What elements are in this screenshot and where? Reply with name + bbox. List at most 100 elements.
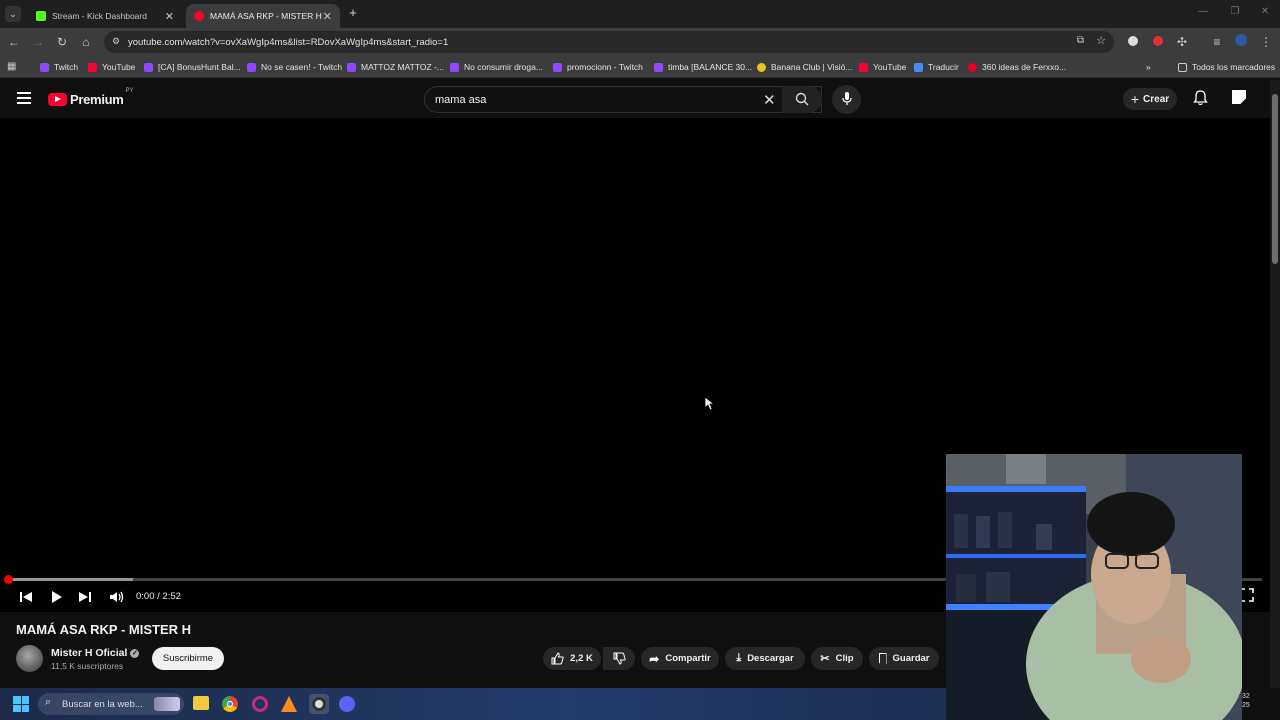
pinterest-favicon-icon [968,62,977,72]
play-icon[interactable] [47,588,65,606]
channel-name[interactable]: Mister H Oficial ✓ [51,647,140,659]
bookmark-item[interactable]: Banana Club | Visió... [757,60,852,74]
search-highlight-icon [154,697,180,711]
tab-kick-dashboard[interactable]: Stream - Kick Dashboard ✕ [28,4,182,28]
youtube-favicon-icon [859,62,868,72]
share-arrow-icon: ➦ [649,651,660,666]
fullscreen-icon[interactable] [1240,588,1258,606]
tab-youtube-video[interactable]: MAMÁ ASA RKP - MISTER H - ✕ [186,4,340,28]
close-tab-icon[interactable]: ✕ [323,10,332,23]
reload-icon[interactable]: ↻ [54,34,70,50]
browser-menu-icon[interactable]: ⋮ [1258,34,1274,50]
discord-icon[interactable] [339,696,355,712]
microphone-icon [842,92,852,105]
browser-toolbar: ← → ↻ ⌂ ⚙ youtube.com/watch?v=ovXaWgIp4m… [0,28,1280,56]
volume-icon[interactable] [108,588,126,606]
new-tab-button[interactable]: + [346,6,360,20]
tab-title: Stream - Kick Dashboard [52,11,147,21]
download-icon: ⤓ [736,652,742,664]
tab-search-button[interactable]: ⌄ [5,6,21,22]
back-icon[interactable]: ← [6,34,22,50]
notifications-bell-icon[interactable] [1193,90,1208,106]
media-control-icon[interactable]: ≡ [1209,34,1225,50]
twitch-favicon-icon [450,62,459,72]
bookmark-item[interactable]: promocionn - Twitch [553,60,643,74]
search-button[interactable] [782,86,822,113]
bookmark-item[interactable]: MATTOZ MATTOZ -... [347,60,444,74]
twitch-favicon-icon [247,62,256,72]
site-info-icon[interactable]: ⚙ [112,36,122,46]
scrubber-handle[interactable] [4,575,13,584]
share-button[interactable]: ➦ Compartir [641,647,719,670]
twitch-favicon-icon [347,62,356,72]
scrollbar-thumb[interactable] [1272,94,1278,264]
translate-favicon-icon [914,62,923,72]
bookmark-item[interactable]: 360 ideas de Ferxxo... [968,60,1066,74]
create-button[interactable]: + Crear [1123,88,1177,110]
page-scrollbar[interactable] [1270,80,1280,688]
forward-icon[interactable]: → [30,34,46,50]
clear-search-icon[interactable]: ✕ [763,91,776,109]
mouse-cursor-icon [704,396,716,416]
account-avatar[interactable] [1232,90,1246,104]
bookmark-star-icon[interactable]: ☆ [1096,34,1106,47]
all-bookmarks-folder[interactable]: Todos los marcadores [1178,60,1275,74]
obs-icon[interactable] [309,694,329,714]
extensions-puzzle-icon[interactable]: ✣ [1174,34,1190,50]
windows-taskbar: ⌕ Buscar en la web... [0,688,946,720]
twitch-favicon-icon [654,62,663,72]
like-button[interactable]: 2,2 K [543,647,601,670]
bookmark-item[interactable]: YouTube [88,60,135,74]
channel-avatar[interactable] [16,645,43,672]
address-bar[interactable]: ⚙ youtube.com/watch?v=ovXaWgIp4ms&list=R… [104,31,1114,53]
extension-icon[interactable] [1125,34,1141,50]
youtube-header: Premium PY mama asa ✕ + Crear [0,80,1280,118]
file-explorer-icon[interactable] [193,696,209,710]
app-triangle-icon[interactable] [281,696,297,712]
folder-icon [1178,62,1187,72]
taskbar-search-input[interactable]: ⌕ Buscar en la web... [38,693,184,715]
bookmarks-bar: ▦ Twitch YouTube [CA] BonusHunt Bal... N… [0,56,1280,78]
bookmark-item[interactable]: [CA] BonusHunt Bal... [144,60,241,74]
close-tab-icon[interactable]: ✕ [165,10,174,23]
opera-icon[interactable] [252,696,268,712]
download-button[interactable]: ⤓ Descargar [725,647,805,670]
bookmark-item[interactable]: No se casen! - Twitch [247,60,342,74]
windows-start-icon[interactable] [13,696,29,712]
home-icon[interactable]: ⌂ [78,34,94,50]
search-icon: ⌕ [45,696,52,708]
bookmark-item[interactable]: No consumir droga... [450,60,543,74]
bookmark-item[interactable]: Twitch [40,60,78,74]
close-window-icon[interactable]: ✕ [1258,6,1272,20]
next-icon[interactable] [76,588,94,606]
extension-red-icon[interactable] [1150,34,1166,50]
hamburger-menu-icon[interactable] [17,92,31,104]
more-bookmarks-icon[interactable]: » [1146,60,1151,74]
thumbs-down-icon [613,652,626,665]
youtube-premium-logo[interactable]: Premium PY [48,88,134,108]
previous-icon[interactable] [17,588,35,606]
video-title: MAMÁ ASA RKP - MISTER H [16,622,192,637]
install-app-icon[interactable]: ⧉ [1077,35,1084,46]
address-url: youtube.com/watch?v=ovXaWgIp4ms&list=RDo… [128,36,449,48]
clip-button[interactable]: ✂ Clip [811,647,863,670]
chrome-icon[interactable] [222,696,238,712]
bookmark-item[interactable]: YouTube [859,60,906,74]
banana-favicon-icon [757,62,766,72]
voice-search-button[interactable] [832,85,861,114]
restore-window-icon[interactable]: ❐ [1228,6,1242,20]
save-button[interactable]: Guardar [869,647,939,670]
plus-icon: + [1130,91,1140,107]
youtube-favicon-icon [88,62,97,72]
youtube-favicon-icon [194,11,204,21]
verified-check-icon: ✓ [130,648,140,658]
minimize-window-icon[interactable]: — [1196,6,1210,20]
subscribe-button[interactable]: Suscribirme [152,647,224,670]
search-input[interactable]: mama asa ✕ [424,86,822,113]
bookmark-item[interactable]: Traducir [914,60,959,74]
twitch-favicon-icon [144,62,153,72]
bookmark-item[interactable]: timba [BALANCE 30... [654,60,752,74]
apps-grid-icon[interactable]: ▦ [7,61,16,72]
profile-avatar-icon[interactable] [1233,34,1249,50]
dislike-button[interactable] [603,647,635,670]
